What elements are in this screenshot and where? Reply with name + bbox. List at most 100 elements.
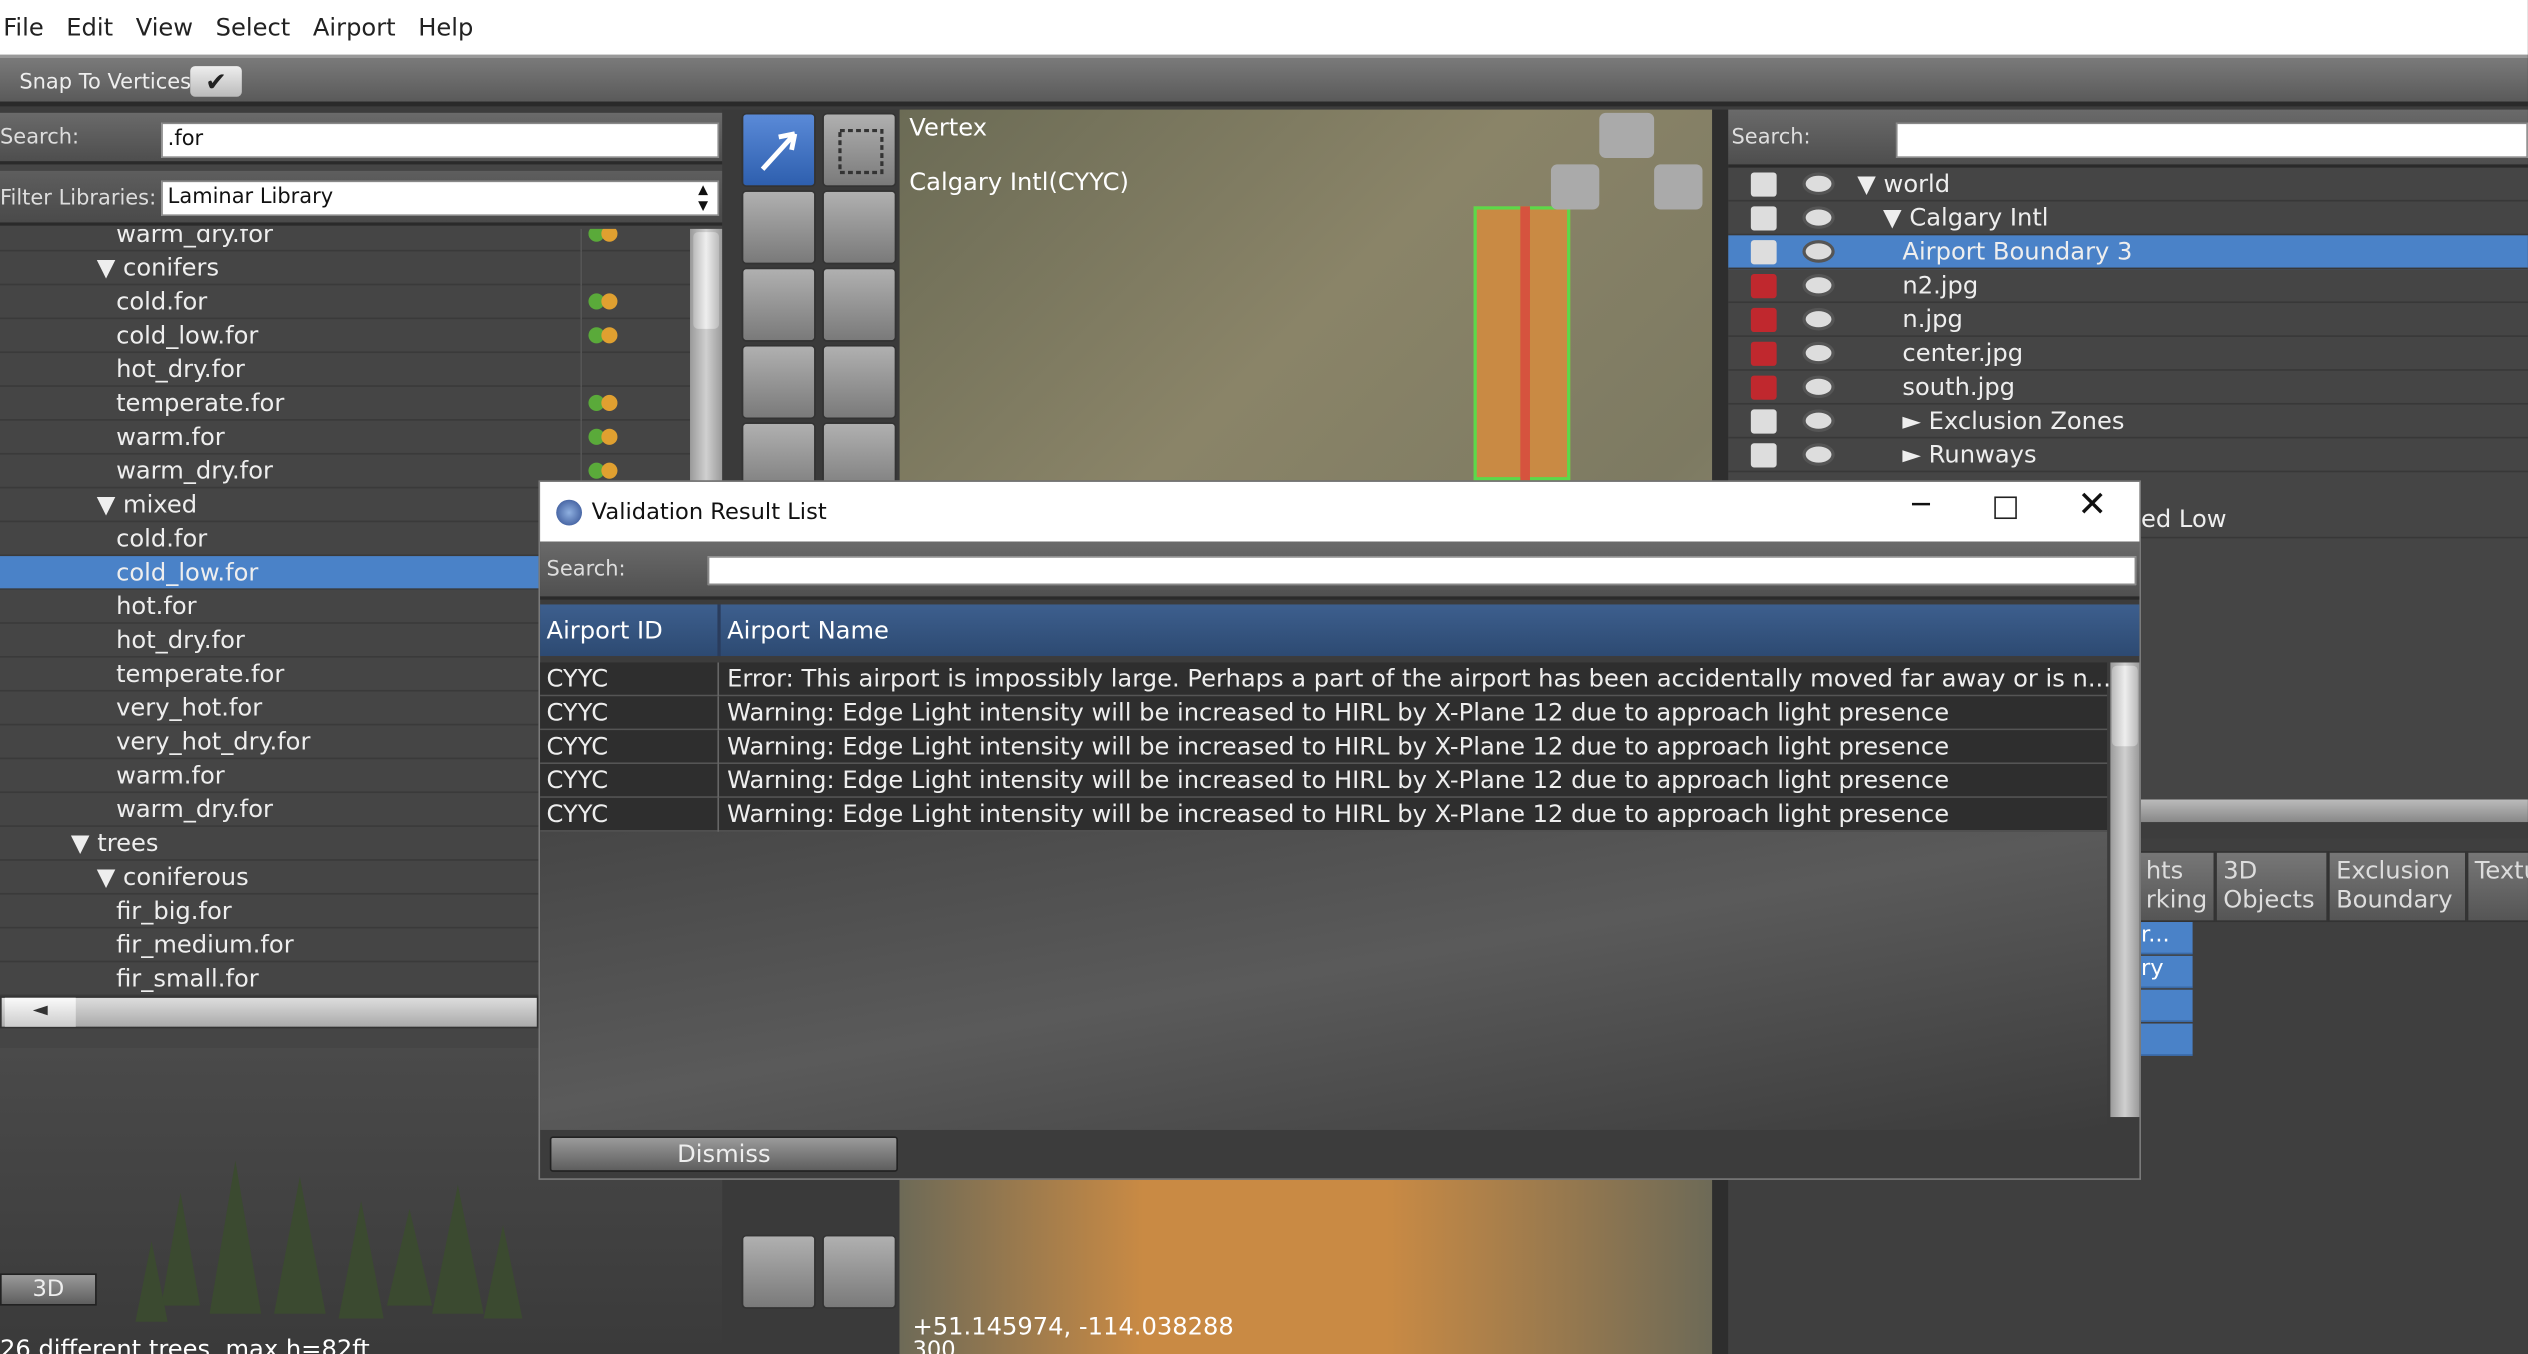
result-airport-id: CYYC [546,765,609,795]
menu-select[interactable]: Select [216,13,304,42]
library-search-input[interactable]: .for [161,122,720,158]
results-vertical-scrollbar[interactable] [2110,662,2140,1118]
menu-help[interactable]: Help [418,13,486,42]
property-value-3[interactable] [2137,989,2193,1022]
minimize-icon[interactable]: ─ [1912,488,1929,522]
map-layer-button-3[interactable] [1654,164,1703,210]
marquee-tool-button[interactable] [822,112,897,187]
close-icon[interactable]: ✕ [2077,485,2107,525]
visibility-eye-icon[interactable] [1802,274,1835,297]
property-value-4[interactable] [2137,1023,2193,1056]
library-tree-item[interactable]: warm.for [0,420,691,455]
helipad-tool-button[interactable] [822,190,897,265]
hierarchy-item[interactable]: n.jpg [1728,303,2528,337]
library-item-label: warm_dry.for [116,228,273,249]
taxiway-tool-button[interactable] [822,267,897,342]
hierarchy-item[interactable]: ▼ Calgary Intl [1728,201,2528,236]
column-airport-name[interactable]: Airport Name [727,616,889,645]
library-item-label: hot.for [116,591,197,621]
dialog-title: Validation Result List [591,498,827,525]
menu-file[interactable]: File [3,13,56,42]
hierarchy-item-label: center.jpg [1902,338,2024,368]
visibility-eye-icon[interactable] [1802,172,1835,196]
visibility-eye-icon[interactable] [1802,375,1835,399]
library-tree-item[interactable]: ▼ conifers [0,251,691,286]
hierarchy-search-input[interactable] [1895,122,2528,158]
vertex-tool-button[interactable] [741,112,816,187]
taxi-line-tool-button[interactable] [741,344,816,420]
tool-button-lower-1[interactable] [741,1234,816,1309]
dismiss-button[interactable]: Dismiss [549,1136,898,1172]
lock-open-icon[interactable] [1750,443,1777,468]
property-values: r... ry [2137,922,2193,1128]
library-tree-item[interactable]: cold_low.for [0,319,691,354]
property-value-2[interactable]: ry [2137,955,2193,989]
dialog-search-input[interactable] [707,556,2137,586]
tab-3[interactable]: Exclusion Boundary [2328,851,2467,923]
visibility-eye-icon[interactable] [1802,443,1835,466]
result-row[interactable]: CYYC Warning: Edge Light intensity will b… [540,797,2108,832]
lock-closed-icon[interactable] [1750,375,1777,400]
result-message: Warning: Edge Light intensity will be in… [727,765,1950,795]
lock-open-icon[interactable] [1750,409,1777,434]
hole-tool-button[interactable] [822,344,897,420]
library-tree-item[interactable]: cold.for [0,285,691,320]
result-row[interactable]: CYYC Warning: Edge Light intensity will b… [540,764,2108,798]
library-item-label: cold_low.for [116,320,259,350]
lock-closed-icon[interactable] [1750,307,1777,333]
visibility-eye-icon[interactable] [1802,307,1835,331]
lock-closed-icon[interactable] [1750,274,1777,299]
tab-4[interactable]: Textu [2466,851,2528,923]
map-layer-button-1[interactable] [1599,112,1655,158]
hierarchy-item[interactable]: south.jpg [1728,371,2528,405]
library-tree-item[interactable]: temperate.for [0,386,691,421]
result-airport-id: CYYC [546,664,609,694]
snap-to-vertices-checkbox[interactable]: ✔ [190,66,242,97]
lock-open-icon[interactable] [1750,172,1777,197]
property-value-1[interactable]: r... [2137,922,2193,955]
runway-tool-button[interactable] [741,190,816,265]
library-item-label: hot_dry.for [116,625,245,655]
library-item-label: very_hot_dry.for [116,726,311,756]
toolbar: Snap To Vertices ✔ [0,54,2528,107]
hierarchy-item[interactable]: ► Exclusion Zones [1728,405,2528,439]
library-tree-item[interactable]: warm_dry.for [0,228,691,252]
visibility-eye-icon[interactable] [1802,240,1835,263]
library-status-cell [580,228,690,252]
column-airport-id[interactable]: Airport ID [547,616,663,645]
menu-edit[interactable]: Edit [66,13,126,42]
hierarchy-item[interactable]: ▼ world [1728,168,2528,202]
result-row[interactable]: CYYC Error: This airport is impossibly la… [540,662,2111,697]
visibility-eye-icon[interactable] [1802,206,1835,229]
result-row[interactable]: CYYC Warning: Edge Light intensity will b… [540,730,2108,765]
maximize-icon[interactable] [1994,496,2017,520]
visibility-eye-icon[interactable] [1802,409,1835,432]
result-airport-id: CYYC [546,731,609,761]
hierarchy-item[interactable]: n2.jpg [1728,269,2528,304]
lock-open-icon[interactable] [1750,240,1777,265]
map-layer-button-2[interactable] [1550,164,1600,210]
lock-open-icon[interactable] [1750,206,1777,231]
hierarchy-item[interactable]: center.jpg [1728,337,2528,371]
preview-3d-button[interactable]: 3D [0,1273,97,1306]
menu-airport[interactable]: Airport [313,13,409,42]
map-scale-readout: 300 [912,1337,956,1354]
hierarchy-item-label: n2.jpg [1902,270,1979,300]
tab-2[interactable]: 3D Objects [2215,851,2329,923]
visibility-eye-icon[interactable] [1802,341,1835,365]
hierarchy-item[interactable]: ► Runways [1728,438,2528,473]
library-horizontal-scrollbar[interactable]: ◄ [0,996,539,1029]
scroll-left-arrow-icon[interactable]: ◄ [4,997,76,1027]
tab-1[interactable]: hts rking [2137,851,2216,923]
library-tree-item[interactable]: hot_dry.for [0,353,691,387]
sign-tool-button[interactable] [741,267,816,342]
hierarchy-item[interactable]: Airport Boundary 3 [1728,235,2528,270]
filter-libraries-select[interactable]: Laminar Library ▲▼ [161,180,720,216]
tool-button-lower-2[interactable] [822,1234,897,1309]
menu-view[interactable]: View [136,13,206,42]
results-list: CYYC Error: This airport is impossibly la… [540,662,2111,1130]
library-item-label: ▼ mixed [96,490,198,520]
lock-closed-icon[interactable] [1750,341,1777,366]
result-row[interactable]: CYYC Warning: Edge Light intensity will b… [540,696,2108,731]
validation-dialog: Validation Result List ─ ✕ Search: Airpo… [538,480,2142,1180]
